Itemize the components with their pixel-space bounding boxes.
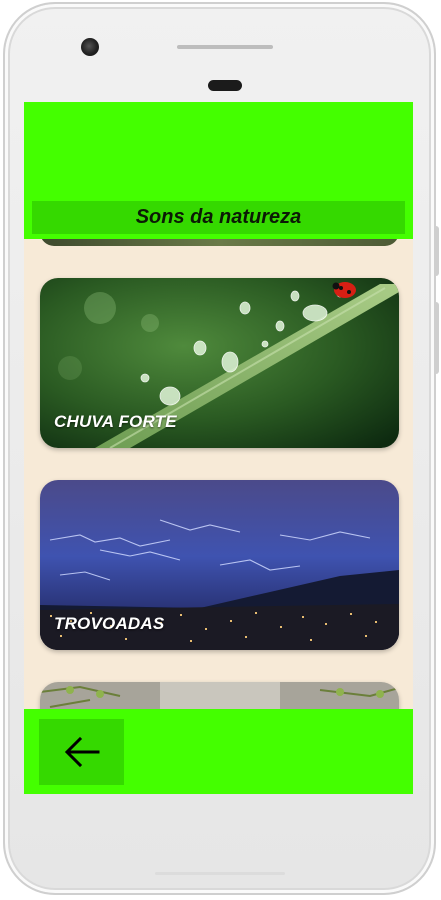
card-label: CHUVA FORTE — [54, 412, 177, 431]
earpiece-speaker — [177, 45, 273, 49]
app-screen: CHUVA FORTE TROVOADAS Sons da natureza — [24, 102, 413, 794]
power-button — [434, 226, 439, 276]
title-strip: Sons da natureza — [32, 201, 405, 234]
bottom-bezel — [155, 872, 285, 875]
front-camera — [81, 38, 99, 56]
proximity-sensor — [208, 80, 242, 91]
card-label: TROVOADAS — [54, 614, 165, 633]
sound-card-chuva-forte[interactable]: CHUVA FORTE — [40, 278, 399, 448]
arrow-left-icon — [64, 736, 99, 768]
top-app-bar: Sons da natureza — [24, 102, 413, 239]
volume-button — [434, 302, 439, 374]
back-button[interactable] — [39, 719, 124, 785]
page-title: Sons da natureza — [135, 206, 302, 228]
sound-card-trovoadas[interactable]: TROVOADAS — [40, 480, 399, 650]
bottom-bar — [24, 709, 413, 794]
